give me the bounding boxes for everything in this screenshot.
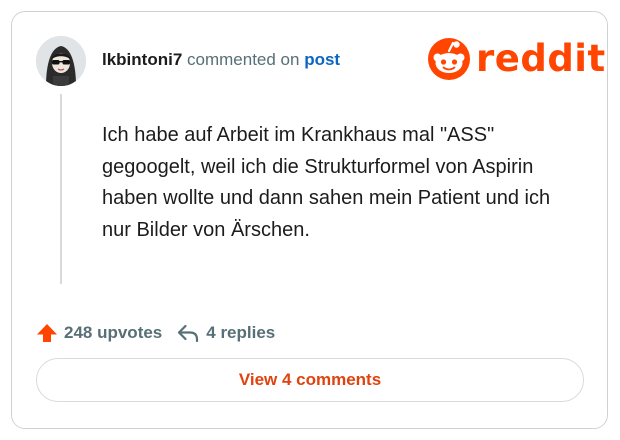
avatar-image [36, 36, 86, 86]
upvote-count: 248 upvotes [64, 323, 163, 342]
upvote-button[interactable]: 248 upvotes [36, 322, 162, 344]
avatar[interactable] [36, 36, 86, 86]
username[interactable]: lkbintoni7 [102, 50, 182, 69]
comment-body: Ich habe auf Arbeit im Krankhaus mal "AS… [102, 124, 551, 241]
comment-action-text: commented on [182, 50, 305, 69]
reddit-wordmark: reddit [476, 37, 606, 80]
reply-count: 4 replies [206, 323, 276, 342]
view-comments-button[interactable]: View 4 comments [36, 358, 584, 402]
reddit-logo[interactable]: reddit [427, 38, 606, 80]
upvote-arrow-icon [37, 324, 57, 342]
post-link[interactable]: post [304, 50, 340, 69]
replies-button[interactable]: 4 replies [176, 322, 275, 344]
reddit-snoo-icon [428, 38, 470, 80]
thread-line [60, 94, 62, 284]
reply-arrow-icon [178, 324, 199, 343]
comment-actions: 248 upvotes 4 replies [36, 320, 275, 346]
comment-header: lkbintoni7 commented on post [102, 50, 340, 70]
comment-card: lkbintoni7 commented on post reddit Ich … [11, 11, 608, 429]
